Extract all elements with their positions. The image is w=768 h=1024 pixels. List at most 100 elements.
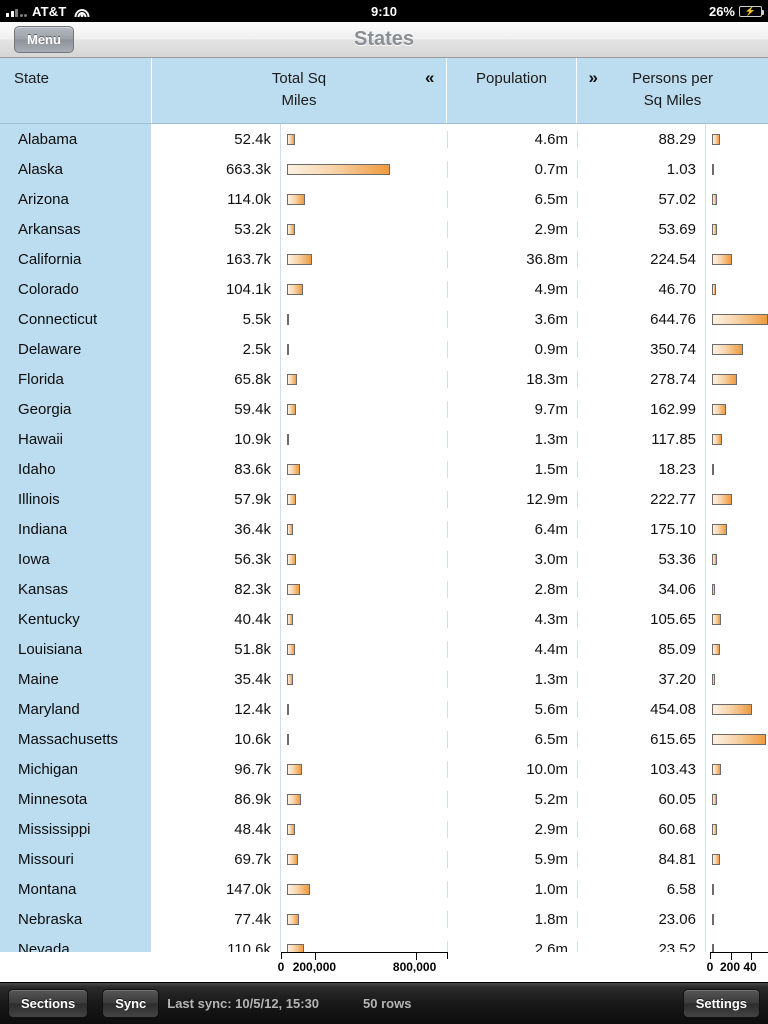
- cell-population: 12.9m: [447, 490, 577, 508]
- bar-total-sq-miles: [287, 493, 296, 505]
- table-row[interactable]: Maine 35.4k 1.3m 37.20: [0, 664, 768, 694]
- table-row[interactable]: California 163.7k 36.8m 224.54: [0, 244, 768, 274]
- table-row[interactable]: Nevada 110.6k 2.6m 23.52: [0, 934, 768, 952]
- cell-persons-bar: [705, 934, 768, 952]
- cell-persons-bar: [705, 424, 768, 454]
- cell-state: Illinois: [0, 484, 152, 514]
- bar-persons-per-sq-miles: [712, 253, 732, 265]
- table-row[interactable]: Missouri 69.7k 5.9m 84.81: [0, 844, 768, 874]
- table-row[interactable]: Idaho 83.6k 1.5m 18.23: [0, 454, 768, 484]
- column-header-state[interactable]: State: [0, 58, 152, 123]
- cell-population: 4.6m: [447, 130, 577, 148]
- cell-total-sq-miles: 77.4k: [234, 910, 271, 928]
- table-row[interactable]: Alabama 52.4k 4.6m 88.29: [0, 124, 768, 154]
- cell-total-sq-miles: 5.5k: [242, 310, 271, 328]
- table-rows: Alabama 52.4k 4.6m 88.29 Alaska 663.3k 0.7m 1.0…: [0, 124, 768, 952]
- bar-total-sq-miles: [287, 343, 289, 355]
- table-row[interactable]: Colorado 104.1k 4.9m 46.70: [0, 274, 768, 304]
- cell-persons-per-sq-miles: 84.81: [577, 850, 705, 868]
- bar-persons-per-sq-miles: [712, 283, 717, 295]
- cell-total-sq-miles-bar: [280, 904, 447, 934]
- bar-total-sq-miles: [287, 373, 298, 385]
- table-row[interactable]: Michigan 96.7k 10.0m 103.43: [0, 754, 768, 784]
- sync-button[interactable]: Sync: [102, 989, 160, 1018]
- table-row[interactable]: Alaska 663.3k 0.7m 1.03: [0, 154, 768, 184]
- bar-total-sq-miles: [287, 163, 390, 175]
- cell-total-sq-miles: 48.4k: [234, 820, 271, 838]
- header-line-1: Total Sq: [271, 70, 327, 87]
- cell-total-sq-miles-bar: [280, 604, 447, 634]
- axis-tick-label: 0: [706, 960, 714, 974]
- cell-total-sq-miles: 104.1k: [225, 280, 271, 298]
- table-row[interactable]: Arkansas 53.2k 2.9m 53.69: [0, 214, 768, 244]
- bar-total-sq-miles: [287, 583, 300, 595]
- table-row[interactable]: Louisiana 51.8k 4.4m 85.09: [0, 634, 768, 664]
- axis-persons-per-sq-miles: 0 200 40: [706, 952, 768, 982]
- cell-total-sq-miles: 86.9k: [234, 790, 271, 808]
- cell-persons-bar: [705, 274, 768, 304]
- table-row[interactable]: Maryland 12.4k 5.6m 454.08: [0, 694, 768, 724]
- chevron-double-left-icon[interactable]: «: [425, 69, 434, 86]
- cell-persons-bar: [705, 784, 768, 814]
- axis-total-sq-miles: 0 200,000 800,000: [278, 952, 448, 982]
- cell-state: Montana: [0, 874, 152, 904]
- column-header-total-sq-miles[interactable]: Total Sq Miles: [152, 58, 447, 123]
- column-header-population[interactable]: « Population »: [425, 58, 598, 123]
- table-row[interactable]: Minnesota 86.9k 5.2m 60.05: [0, 784, 768, 814]
- table-row[interactable]: Nebraska 77.4k 1.8m 23.06: [0, 904, 768, 934]
- cell-persons-per-sq-miles: 1.03: [577, 160, 705, 178]
- table-row[interactable]: Illinois 57.9k 12.9m 222.77: [0, 484, 768, 514]
- bar-persons-per-sq-miles: [712, 883, 714, 895]
- table-row[interactable]: Montana 147.0k 1.0m 6.58: [0, 874, 768, 904]
- table-row[interactable]: Kentucky 40.4k 4.3m 105.65: [0, 604, 768, 634]
- table-row[interactable]: Kansas 82.3k 2.8m 34.06: [0, 574, 768, 604]
- last-sync-label: Last sync: 10/5/12, 15:30: [167, 996, 320, 1011]
- cell-total-sq-miles-bar: [280, 154, 447, 184]
- bar-total-sq-miles: [287, 613, 294, 625]
- sections-button[interactable]: Sections: [8, 989, 89, 1018]
- header-line-2: Miles: [281, 91, 317, 109]
- bar-total-sq-miles: [287, 523, 293, 535]
- bar-persons-per-sq-miles: [712, 733, 767, 745]
- cell-state: Iowa: [0, 544, 152, 574]
- cell-state: Delaware: [0, 334, 152, 364]
- bar-persons-per-sq-miles: [712, 163, 714, 175]
- table-row[interactable]: Indiana 36.4k 6.4m 175.10: [0, 514, 768, 544]
- cell-persons-bar: [705, 214, 768, 244]
- cell-persons-bar: [705, 244, 768, 274]
- table-row[interactable]: Florida 65.8k 18.3m 278.74: [0, 364, 768, 394]
- cell-total-sq-miles: 163.7k: [225, 250, 271, 268]
- cell-total-sq-miles-bar: [280, 454, 447, 484]
- cell-persons-per-sq-miles: 53.36: [577, 550, 705, 568]
- cell-persons-per-sq-miles: 85.09: [577, 640, 705, 658]
- cell-population: 2.9m: [447, 820, 577, 838]
- table-row[interactable]: Delaware 2.5k 0.9m 350.74: [0, 334, 768, 364]
- cell-state: Mississippi: [0, 814, 152, 844]
- table-row[interactable]: Mississippi 48.4k 2.9m 60.68: [0, 814, 768, 844]
- cell-persons-per-sq-miles: 6.58: [577, 880, 705, 898]
- axis-tickbar: [281, 952, 448, 960]
- cell-state: Maine: [0, 664, 152, 694]
- column-header-persons-per-sq-miles[interactable]: Persons per Sq Miles: [577, 58, 768, 123]
- bar-persons-per-sq-miles: [712, 673, 716, 685]
- settings-button[interactable]: Settings: [682, 989, 760, 1018]
- bar-persons-per-sq-miles: [712, 313, 768, 325]
- header-line-1: Persons per: [632, 70, 713, 87]
- table-row[interactable]: Iowa 56.3k 3.0m 53.36: [0, 544, 768, 574]
- cell-population: 36.8m: [447, 250, 577, 268]
- table-row[interactable]: Massachusetts 10.6k 6.5m 615.65: [0, 724, 768, 754]
- table-row[interactable]: Hawaii 10.9k 1.3m 117.85: [0, 424, 768, 454]
- cell-persons-per-sq-miles: 175.10: [577, 520, 705, 538]
- cell-total-sq-miles-bar: [280, 934, 447, 952]
- menu-button[interactable]: Menu: [14, 26, 74, 53]
- bar-total-sq-miles: [287, 763, 302, 775]
- cell-state: Indiana: [0, 514, 152, 544]
- cell-state: Alabama: [0, 124, 152, 154]
- table-row[interactable]: Connecticut 5.5k 3.6m 644.76: [0, 304, 768, 334]
- table-row[interactable]: Georgia 59.4k 9.7m 162.99: [0, 394, 768, 424]
- app-root: AT&T 9:10 26% ⚡ Menu States State Total …: [0, 0, 768, 1024]
- cell-population: 0.7m: [447, 160, 577, 178]
- table-row[interactable]: Arizona 114.0k 6.5m 57.02: [0, 184, 768, 214]
- cell-persons-bar: [705, 664, 768, 694]
- table-body[interactable]: Alabama 52.4k 4.6m 88.29 Alaska 663.3k 0.7m 1.0…: [0, 124, 768, 952]
